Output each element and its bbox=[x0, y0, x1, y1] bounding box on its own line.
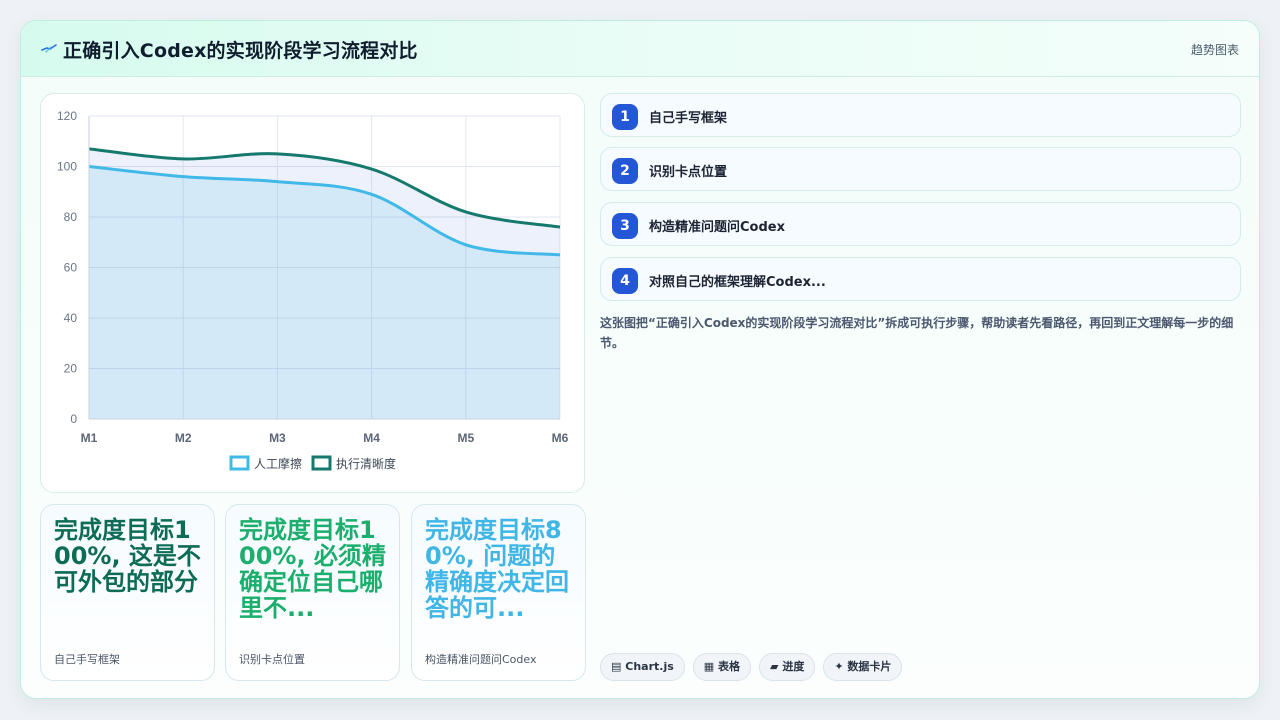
chip-label: 进度 bbox=[782, 660, 805, 673]
chip-label: 表格 bbox=[718, 660, 741, 673]
step-label: 自己手写框架 bbox=[649, 111, 728, 126]
step-number: 2 bbox=[612, 158, 638, 184]
legend-label: 人工摩擦 bbox=[254, 456, 302, 471]
main-card: 正确引入Codex的实现阶段学习流程对比 趋势图表 0 20 40 60 80 100 12… bbox=[20, 20, 1260, 699]
y-tick-label: 120 bbox=[57, 109, 77, 123]
trend-chart-panel: 0 20 40 60 80 100 120 M1 M2 M3 M4 M5 M6 人工摩擦 执行清晰度 bbox=[40, 93, 585, 493]
chip-table[interactable]: ▦ 表格 bbox=[692, 653, 752, 681]
step-item-2[interactable]: 2 识别卡点位置 bbox=[600, 147, 1241, 191]
step-number: 3 bbox=[612, 213, 638, 239]
stat-card-1: 完成度目标100%, 这是不可外包的部分 自己手写框架 bbox=[40, 504, 215, 681]
sparkle-icon: ✦ bbox=[834, 660, 844, 673]
stat-value: 完成度目标80%, 问题的精确度决定回答的可... bbox=[425, 517, 569, 622]
x-tick-label: M6 bbox=[552, 431, 569, 445]
legend-label: 执行清晰度 bbox=[336, 456, 396, 471]
chip-label: Chart.js bbox=[625, 660, 674, 673]
x-tick-label: M2 bbox=[175, 431, 192, 445]
y-tick-label: 80 bbox=[64, 210, 78, 224]
header-bar: 正确引入Codex的实现阶段学习流程对比 趋势图表 bbox=[21, 21, 1259, 77]
stat-value: 完成度目标100%, 这是不可外包的部分 bbox=[54, 517, 201, 596]
step-number: 1 bbox=[612, 104, 638, 130]
table-icon: ▦ bbox=[703, 660, 715, 673]
y-tick-label: 0 bbox=[70, 412, 77, 426]
step-item-4[interactable]: 4 对照自己的框架理解Codex... bbox=[600, 257, 1241, 301]
x-tick-label: M3 bbox=[269, 431, 286, 445]
progress-icon: ▰ bbox=[770, 660, 779, 673]
chip-chartjs[interactable]: ▤ Chart.js bbox=[600, 653, 685, 681]
chart-icon: ▤ bbox=[611, 660, 622, 673]
step-label: 构造精准问题问Codex bbox=[649, 220, 785, 235]
chip-progress[interactable]: ▰ 进度 bbox=[759, 653, 816, 681]
stat-value: 完成度目标100%, 必须精确定位自己哪里不... bbox=[239, 517, 386, 622]
step-item-1[interactable]: 1 自己手写框架 bbox=[600, 93, 1241, 137]
y-tick-label: 60 bbox=[64, 261, 78, 275]
step-label: 对照自己的框架理解Codex... bbox=[649, 275, 826, 290]
legend-swatch bbox=[311, 455, 332, 471]
x-tick-label: M5 bbox=[457, 431, 474, 445]
page-title: 正确引入Codex的实现阶段学习流程对比 bbox=[63, 40, 418, 62]
step-item-3[interactable]: 3 构造精准问题问Codex bbox=[600, 202, 1241, 246]
legend-swatch bbox=[229, 455, 250, 471]
trend-chart: 0 20 40 60 80 100 120 M1 M2 M3 M4 M5 M6 人工摩擦 执行清晰度 bbox=[57, 109, 569, 471]
chip-data-card[interactable]: ✦ 数据卡片 bbox=[823, 653, 903, 681]
series-area-1 bbox=[89, 166, 560, 419]
stat-card-3: 完成度目标80%, 问题的精确度决定回答的可... 构造精准问题问Codex bbox=[411, 504, 586, 681]
stat-card-2: 完成度目标100%, 必须精确定位自己哪里不... 识别卡点位置 bbox=[225, 504, 400, 681]
tech-chips: ▤ Chart.js ▦ 表格 ▰ 进度 ✦ 数据卡片 bbox=[600, 653, 903, 681]
header-tag: 趋势图表 bbox=[1190, 43, 1239, 57]
chip-label: 数据卡片 bbox=[847, 660, 892, 673]
step-number: 4 bbox=[612, 268, 638, 294]
pulse-icon bbox=[41, 44, 57, 53]
stat-label: 自己手写框架 bbox=[54, 653, 120, 666]
stat-label: 识别卡点位置 bbox=[239, 653, 305, 666]
y-tick-label: 40 bbox=[64, 311, 78, 325]
x-tick-label: M4 bbox=[363, 431, 380, 445]
y-tick-label: 100 bbox=[57, 160, 77, 174]
step-label: 识别卡点位置 bbox=[649, 165, 728, 180]
stat-label: 构造精准问题问Codex bbox=[425, 653, 537, 666]
description-text: 这张图把“正确引入Codex的实现阶段学习流程对比”拆成可执行步骤，帮助读者先看… bbox=[600, 316, 1234, 350]
x-tick-label: M1 bbox=[81, 431, 98, 445]
y-tick-label: 20 bbox=[64, 362, 78, 376]
